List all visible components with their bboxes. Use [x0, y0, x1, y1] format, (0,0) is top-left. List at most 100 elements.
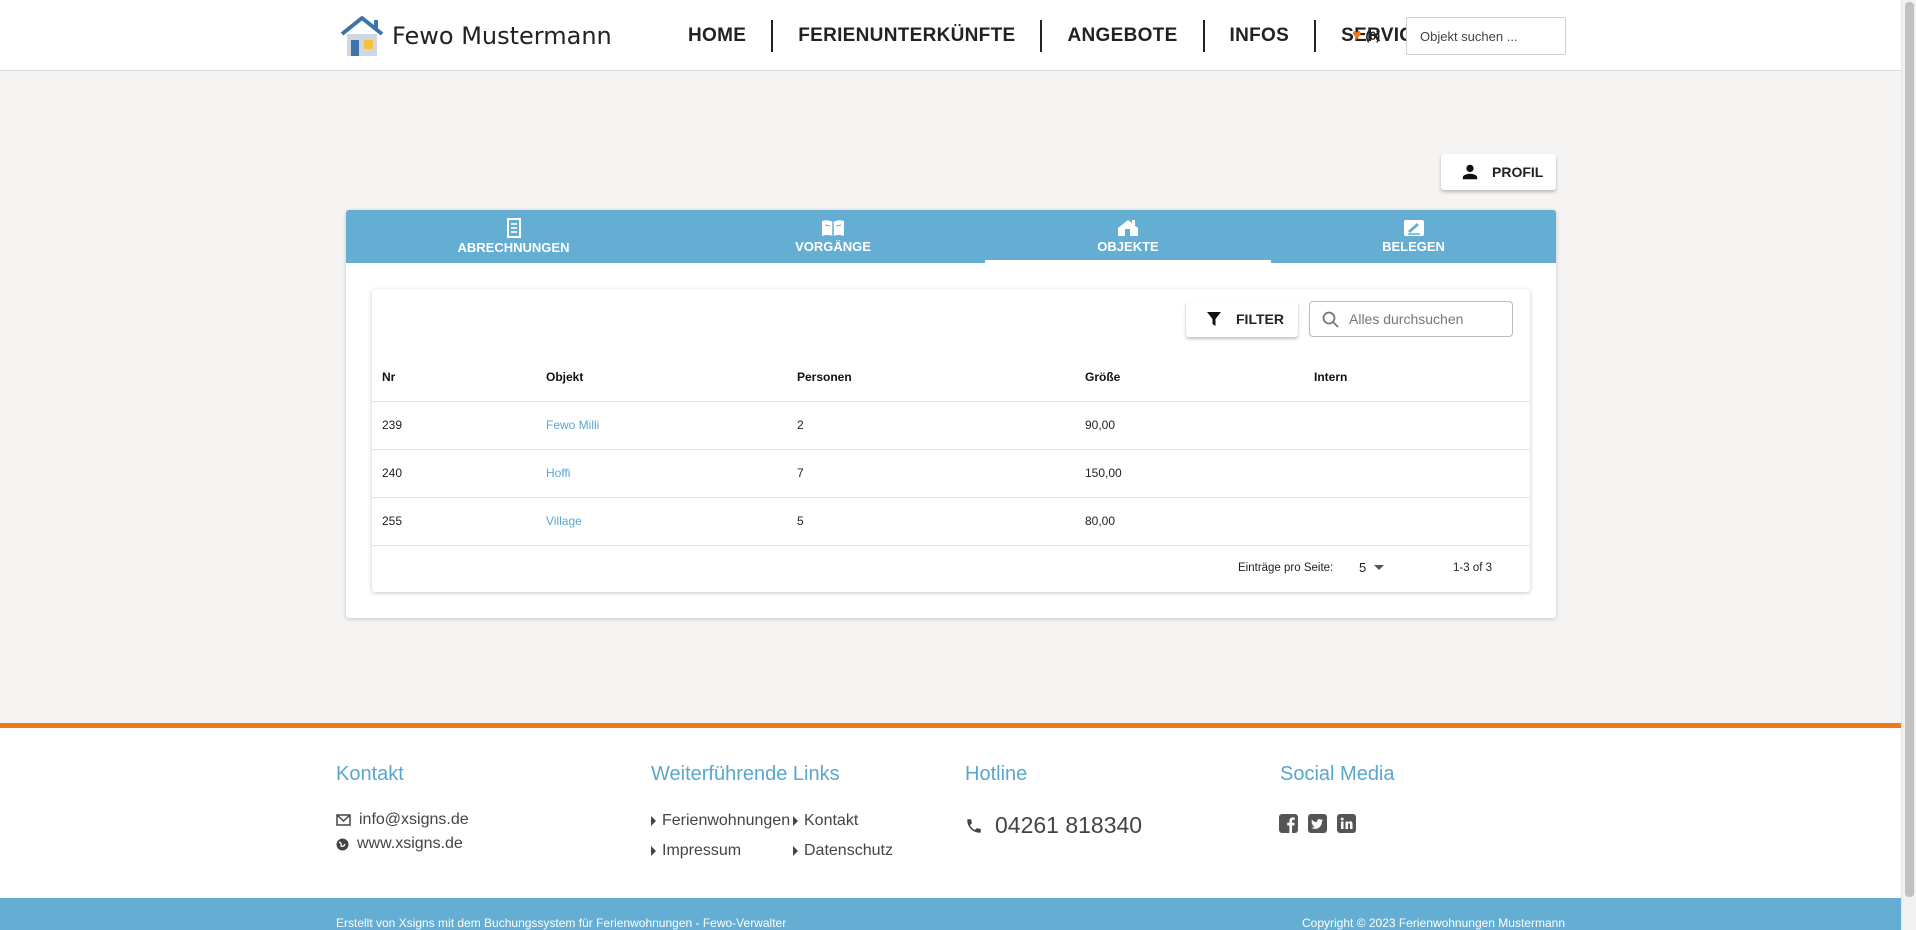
caret-right-icon — [651, 846, 656, 856]
column-header-personen[interactable]: Personen — [787, 354, 1075, 402]
cell-personen: 5 — [787, 497, 1075, 546]
footer-link-label: Impressum — [662, 842, 742, 859]
rows-per-page-value: 5 — [1359, 560, 1367, 575]
rows-per-page-label: Einträge pro Seite: — [1238, 562, 1334, 574]
favorites-count: (0) — [1365, 29, 1381, 43]
edit-icon — [1403, 220, 1424, 236]
envelope-icon — [336, 814, 351, 826]
footer-kontakt-title: Kontakt — [336, 763, 404, 785]
column-header-intern[interactable]: Intern — [1304, 354, 1530, 402]
main-nav: HOME FERIENUNTERKÜNFTE ANGEBOTE INFOS SE… — [663, 20, 1451, 52]
footer-credits[interactable]: Erstellt von Xsigns mit dem Buchungssyst… — [336, 916, 786, 930]
page-scrollbar[interactable] — [1901, 0, 1916, 930]
footer-web: www.xsigns.de — [357, 835, 463, 852]
cell-nr: 239 — [372, 401, 536, 450]
table-pagination: Einträge pro Seite: 5 1-3 of 3 — [372, 545, 1530, 592]
objects-table: Nr Objekt Personen Größe Intern 239 Fewo… — [372, 354, 1530, 546]
footer-link-label: Datenschutz — [804, 842, 893, 859]
scrollbar-thumb[interactable] — [1905, 2, 1914, 897]
house-logo-icon — [340, 16, 384, 56]
tab-vorgaenge[interactable]: VORGÄNGE — [681, 210, 985, 263]
caret-down-icon — [1374, 565, 1385, 570]
site-header: Fewo Mustermann HOME FERIENUNTERKÜNFTE A… — [0, 0, 1901, 71]
twitter-icon[interactable] — [1308, 814, 1327, 833]
table-row: 239 Fewo Milli 2 90,00 — [372, 401, 1530, 450]
footer-web-link[interactable]: www.xsigns.de — [336, 835, 463, 853]
table-row: 240 Hoffi 7 150,00 — [372, 449, 1530, 498]
cell-objekt-link[interactable]: Hoffi — [536, 449, 787, 498]
linkedin-icon[interactable] — [1337, 814, 1356, 833]
filter-icon — [1207, 312, 1221, 326]
cell-groesse: 90,00 — [1075, 401, 1304, 450]
cell-groesse: 150,00 — [1075, 449, 1304, 498]
logo[interactable]: Fewo Mustermann — [338, 14, 612, 58]
object-search-input[interactable] — [1406, 17, 1566, 55]
table-header-row: Nr Objekt Personen Größe Intern — [372, 354, 1530, 402]
phone-icon — [967, 818, 981, 833]
footer-social-title: Social Media — [1280, 763, 1395, 785]
social-icons — [1279, 814, 1356, 833]
column-header-nr[interactable]: Nr — [372, 354, 536, 402]
nav-ferienunterkuenfte[interactable]: FERIENUNTERKÜNFTE — [773, 20, 1040, 52]
filter-button[interactable]: FILTER — [1186, 301, 1298, 337]
cell-personen: 2 — [787, 401, 1075, 450]
heart-icon: ♥ — [1352, 27, 1362, 44]
cell-objekt-link[interactable]: Fewo Milli — [536, 401, 787, 450]
hotline-phone-link[interactable]: 04261 818340 — [965, 812, 1142, 839]
site-footer: Kontakt info@xsigns.de www.xsigns.de Wei… — [0, 728, 1901, 898]
favorites-link[interactable]: ♥ (0) — [1352, 27, 1380, 45]
tab-label: ABRECHNUNGEN — [457, 240, 570, 255]
footer-link-ferienwohnungen[interactable]: Ferienwohnungen — [651, 812, 790, 830]
caret-right-icon — [793, 846, 798, 856]
tab-label: VORGÄNGE — [795, 239, 871, 254]
footer-hotline-title: Hotline — [965, 763, 1028, 785]
footer-link-label: Ferienwohnungen — [662, 812, 791, 829]
footer-copyright: Copyright © 2023 Ferienwohnungen Musterm… — [1302, 916, 1565, 930]
footer-link-datenschutz[interactable]: Datenschutz — [793, 842, 893, 860]
profile-label: PROFIL — [1492, 164, 1544, 180]
tab-label: BELEGEN — [1382, 239, 1445, 254]
cell-intern — [1304, 401, 1530, 450]
tab-abrechnungen[interactable]: ABRECHNUNGEN — [346, 210, 681, 263]
footer-link-impressum[interactable]: Impressum — [651, 842, 741, 860]
footer-links-title: Weiterführende Links — [651, 763, 840, 785]
table-search-input[interactable] — [1349, 311, 1499, 327]
cell-groesse: 80,00 — [1075, 497, 1304, 546]
globe-icon — [336, 838, 349, 850]
tab-bar: ABRECHNUNGEN VORGÄNGE OBJEKTE BELEGEN — [346, 210, 1556, 263]
footer-email: info@xsigns.de — [359, 811, 469, 828]
footer-link-kontakt[interactable]: Kontakt — [793, 812, 858, 830]
account-card: ABRECHNUNGEN VORGÄNGE OBJEKTE BELEGEN FI… — [346, 210, 1556, 618]
table-row: 255 Village 5 80,00 — [372, 497, 1530, 546]
column-header-groesse[interactable]: Größe — [1075, 354, 1304, 402]
person-icon — [1462, 164, 1478, 180]
footer-email-link[interactable]: info@xsigns.de — [336, 811, 469, 829]
nav-infos[interactable]: INFOS — [1205, 20, 1315, 52]
table-search[interactable] — [1309, 301, 1513, 337]
objects-table-panel: FILTER Nr Objekt Personen Größe Intern 2… — [372, 289, 1530, 592]
cell-objekt-link[interactable]: Village — [536, 497, 787, 546]
cell-nr: 240 — [372, 449, 536, 498]
cell-intern — [1304, 449, 1530, 498]
cell-intern — [1304, 497, 1530, 546]
search-icon — [1322, 311, 1339, 328]
facebook-icon[interactable] — [1279, 814, 1298, 833]
profile-button[interactable]: PROFIL — [1441, 154, 1556, 190]
receipt-icon — [506, 218, 521, 238]
filter-label: FILTER — [1236, 311, 1284, 327]
tab-label: OBJEKTE — [1097, 239, 1159, 254]
nav-angebote[interactable]: ANGEBOTE — [1042, 20, 1202, 52]
rows-per-page-select[interactable]: 5 — [1359, 560, 1385, 575]
tab-belegen[interactable]: BELEGEN — [1271, 210, 1556, 263]
cell-nr: 255 — [372, 497, 536, 546]
cell-personen: 7 — [787, 449, 1075, 498]
house-icon — [1118, 220, 1138, 236]
footer-bottom-bar: Erstellt von Xsigns mit dem Buchungssyst… — [0, 898, 1901, 930]
tab-objekte[interactable]: OBJEKTE — [985, 210, 1271, 263]
column-header-objekt[interactable]: Objekt — [536, 354, 787, 402]
caret-right-icon — [651, 816, 656, 826]
pagination-range: 1-3 of 3 — [1453, 562, 1492, 574]
book-icon — [822, 220, 844, 236]
footer-link-label: Kontakt — [804, 812, 859, 829]
nav-home[interactable]: HOME — [663, 20, 771, 52]
